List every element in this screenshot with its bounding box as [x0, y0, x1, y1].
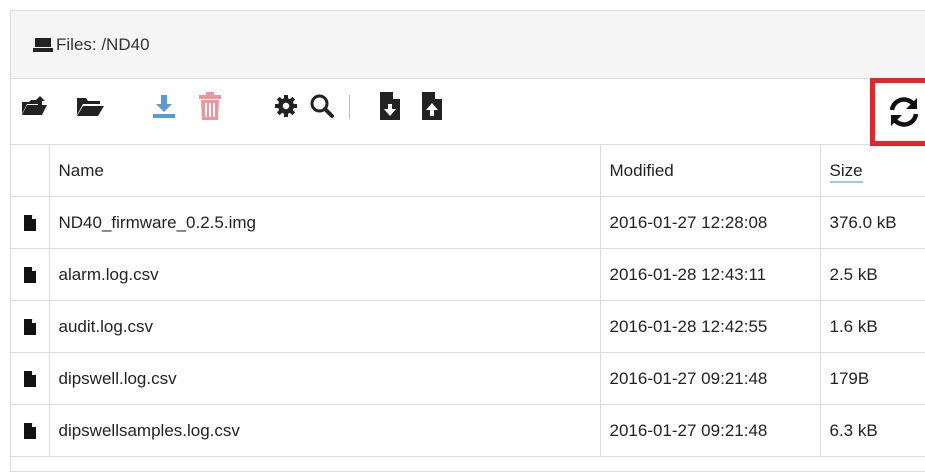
table-row[interactable]: dipswell.log.csv 2016-01-27 09:21:48 179… [11, 352, 925, 405]
gear-icon [275, 95, 297, 117]
file-name[interactable]: ND40_firmware_0.2.5.img [48, 196, 601, 249]
file-icon [23, 215, 36, 232]
file-size: 2.5 kB [819, 248, 925, 301]
file-icon-cell [11, 352, 50, 405]
file-name[interactable]: audit.log.csv [48, 300, 601, 353]
column-header-modified-label: Modified [609, 160, 674, 180]
delete-button[interactable] [193, 89, 227, 123]
column-header-icon [11, 145, 50, 197]
search-icon [310, 94, 334, 118]
refresh-button[interactable] [884, 94, 924, 130]
file-table: Name Modified Size ND40_firmware_0.2.5.i… [11, 145, 925, 457]
file-size: 6.3 kB [819, 404, 925, 457]
column-header-modified[interactable]: Modified [599, 145, 821, 197]
column-header-size-label: Size [829, 160, 863, 183]
file-size: 1.6 kB [819, 300, 925, 353]
toolbar [11, 78, 925, 146]
file-icon [23, 371, 36, 388]
file-download-icon [380, 92, 400, 120]
file-size: 179B [819, 352, 925, 405]
column-header-size[interactable]: Size [819, 145, 925, 197]
refresh-highlight [870, 78, 925, 146]
folder-open-icon [77, 98, 104, 116]
file-name[interactable]: dipswellsamples.log.csv [48, 404, 601, 457]
file-name[interactable]: alarm.log.csv [48, 248, 601, 301]
download-icon [153, 95, 175, 118]
file-modified: 2016-01-28 12:43:11 [599, 248, 821, 301]
search-button[interactable] [305, 89, 339, 123]
table-row[interactable]: dipswellsamples.log.csv 2016-01-27 09:21… [11, 404, 925, 457]
file-modified: 2016-01-27 09:21:48 [599, 404, 821, 457]
toolbar-separator [349, 95, 350, 119]
file-icon-cell [11, 300, 50, 353]
file-icon [23, 267, 36, 284]
column-header-name[interactable]: Name [48, 145, 601, 197]
panel-title: Files: /ND40 [56, 34, 150, 54]
table-header-row: Name Modified Size [11, 145, 925, 197]
settings-button[interactable] [269, 89, 303, 123]
panel-header: Files: /ND40 [11, 11, 925, 79]
file-upload-button[interactable] [415, 89, 449, 123]
folder-open-upload-icon [22, 96, 47, 115]
file-icon-cell [11, 248, 50, 301]
file-icon [23, 319, 36, 336]
file-icon [23, 423, 36, 440]
file-icon-cell [11, 404, 50, 457]
upload-folder-button[interactable] [17, 89, 51, 123]
file-size: 376.0 kB [819, 196, 925, 249]
open-folder-button[interactable] [73, 89, 107, 123]
table-row[interactable]: audit.log.csv 2016-01-28 12:42:55 1.6 kB [11, 300, 925, 353]
file-browser-panel: Files: /ND40 Name Modified Size ND40_fir… [10, 10, 925, 472]
column-header-name-label: Name [58, 160, 104, 180]
table-row[interactable]: ND40_firmware_0.2.5.img 2016-01-27 12:28… [11, 196, 925, 249]
hdd-icon [33, 37, 53, 53]
file-upload-icon [422, 92, 442, 120]
file-modified: 2016-01-28 12:42:55 [599, 300, 821, 353]
table-row[interactable]: alarm.log.csv 2016-01-28 12:43:11 2.5 kB [11, 248, 925, 301]
file-modified: 2016-01-27 09:21:48 [599, 352, 821, 405]
download-button[interactable] [147, 89, 181, 123]
file-modified: 2016-01-27 12:28:08 [599, 196, 821, 249]
refresh-icon [889, 97, 919, 127]
trash-icon [199, 92, 221, 120]
file-download-button[interactable] [373, 89, 407, 123]
file-name[interactable]: dipswell.log.csv [48, 352, 601, 405]
file-icon-cell [11, 196, 50, 249]
